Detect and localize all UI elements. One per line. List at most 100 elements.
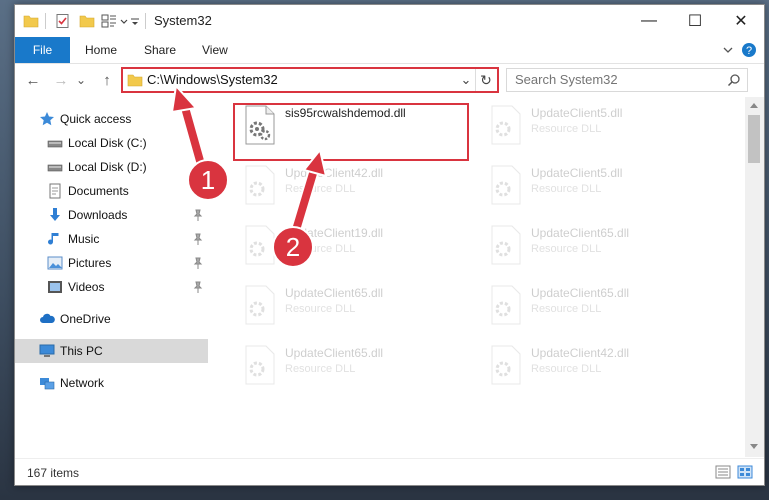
refresh-button[interactable]: ↻ <box>477 69 495 91</box>
highlight-box <box>233 103 469 161</box>
file-item[interactable]: UpdateClient65.dll Resource DLL <box>479 221 719 277</box>
sidebar-item-local-disk-c[interactable]: Local Disk (C:) <box>15 131 208 155</box>
dll-file-icon <box>245 345 275 385</box>
address-bar[interactable]: C:\Windows\System32 ⌄ ↻ <box>121 67 499 93</box>
scrollbar-thumb[interactable] <box>748 115 760 163</box>
sidebar-item-pictures[interactable]: Pictures <box>15 251 208 275</box>
file-type: Resource DLL <box>285 303 356 315</box>
star-icon <box>40 112 54 126</box>
sidebar-item-label: Videos <box>68 280 105 294</box>
up-button[interactable]: ↑ <box>97 70 117 90</box>
file-type: Resource DLL <box>285 183 356 195</box>
computer-icon <box>39 344 55 357</box>
ribbon-tabs: File Home Share View ? <box>15 37 764 64</box>
sidebar-item-onedrive[interactable]: OneDrive <box>15 307 208 331</box>
address-divider <box>475 69 476 91</box>
file-item[interactable]: UpdateClient65.dll Resource DLL <box>233 341 473 397</box>
properties-icon[interactable] <box>55 13 71 29</box>
file-type: Resource DLL <box>531 243 602 255</box>
sidebar-item-downloads[interactable]: Downloads <box>15 203 208 227</box>
sidebar-item-label: OneDrive <box>60 312 111 326</box>
tab-home[interactable]: Home <box>85 43 117 57</box>
navigation-pane: Quick access Local Disk (C:) Local Disk … <box>15 97 208 457</box>
dll-file-icon <box>245 285 275 325</box>
dll-file-icon <box>491 105 521 145</box>
dll-file-icon <box>491 225 521 265</box>
sidebar-item-videos[interactable]: Videos <box>15 275 208 299</box>
close-button[interactable]: ✕ <box>718 5 764 37</box>
drive-icon <box>47 140 63 148</box>
cloud-icon <box>40 313 55 323</box>
sidebar-item-this-pc[interactable]: This PC <box>15 339 208 363</box>
sidebar-item-label: Local Disk (C:) <box>68 136 147 150</box>
pin-icon[interactable] <box>193 281 203 293</box>
scroll-down-icon[interactable] <box>749 443 759 451</box>
folder-icon <box>23 15 39 28</box>
sidebar-item-label: Documents <box>68 184 129 198</box>
title-divider <box>45 13 46 29</box>
sidebar-item-local-disk-d[interactable]: Local Disk (D:) <box>15 155 208 179</box>
documents-icon <box>49 183 61 199</box>
details-view-icon[interactable] <box>715 465 731 479</box>
dll-file-icon <box>491 165 521 205</box>
address-path[interactable]: C:\Windows\System32 <box>147 72 278 87</box>
minimize-button[interactable]: — <box>626 5 672 37</box>
back-button[interactable]: ← <box>23 70 43 90</box>
sidebar-item-documents[interactable]: Documents <box>15 179 208 203</box>
status-bar: 167 items <box>15 458 764 485</box>
recent-locations-button[interactable]: ⌄ <box>75 70 87 90</box>
dll-file-icon <box>245 165 275 205</box>
file-name: UpdateClient65.dll <box>531 286 630 300</box>
pin-icon[interactable] <box>193 257 203 269</box>
pin-icon[interactable] <box>193 233 203 245</box>
download-icon <box>50 208 60 221</box>
pictures-icon <box>47 256 63 270</box>
maximize-button[interactable]: ☐ <box>672 5 718 37</box>
sidebar-item-label: Network <box>60 376 105 390</box>
file-type: Resource DLL <box>531 183 602 195</box>
folder-icon <box>127 74 143 87</box>
file-list: sis95rcwalshdemod.dll UpdateClient42.dll… <box>211 97 745 457</box>
svg-text:?: ? <box>746 45 752 57</box>
expand-ribbon-icon[interactable] <box>721 43 735 57</box>
address-dropdown-button[interactable]: ⌄ <box>459 69 473 91</box>
file-item[interactable]: UpdateClient42.dll Resource DLL <box>233 161 473 217</box>
file-item[interactable]: UpdateClient5.dll Resource DLL <box>479 161 719 217</box>
tab-share[interactable]: Share <box>144 43 176 57</box>
file-type: Resource DLL <box>531 363 602 375</box>
sidebar-item-label: Music <box>68 232 100 246</box>
tab-file[interactable]: File <box>15 37 70 63</box>
large-icons-view-icon[interactable] <box>737 465 753 479</box>
sidebar-item-network[interactable]: Network <box>15 371 208 395</box>
dll-file-icon <box>491 285 521 325</box>
help-icon[interactable]: ? <box>741 42 757 58</box>
vertical-scrollbar[interactable] <box>745 97 764 457</box>
file-explorer-window: System32 — ☐ ✕ File Home Share View ? ← … <box>14 4 765 486</box>
dll-file-icon <box>491 345 521 385</box>
file-type: Resource DLL <box>531 123 602 135</box>
file-item[interactable]: UpdateClient65.dll Resource DLL <box>233 281 473 337</box>
pin-icon[interactable] <box>193 209 203 221</box>
sidebar-item-quick-access[interactable]: Quick access <box>15 107 208 131</box>
search-input[interactable] <box>515 72 715 87</box>
sidebar-item-music[interactable]: Music <box>15 227 208 251</box>
file-type: Resource DLL <box>285 363 356 375</box>
new-folder-icon[interactable] <box>79 13 95 29</box>
quick-access-toolbar-dropdown-icon[interactable] <box>129 13 141 29</box>
search-box[interactable] <box>506 68 748 92</box>
file-item[interactable]: UpdateClient65.dll Resource DLL <box>479 281 719 337</box>
sidebar-item-label: Downloads <box>68 208 128 222</box>
file-item[interactable]: UpdateClient5.dll Resource DLL <box>479 101 719 157</box>
network-icon <box>40 378 55 390</box>
customize-view-icon[interactable] <box>101 13 117 29</box>
search-icon[interactable] <box>727 73 741 87</box>
chevron-down-icon[interactable] <box>119 13 129 29</box>
file-item[interactable]: UpdateClient42.dll Resource DLL <box>479 341 719 397</box>
file-name: UpdateClient65.dll <box>285 286 384 300</box>
drive-icon <box>47 164 63 172</box>
scroll-up-icon[interactable] <box>749 101 759 109</box>
tab-view[interactable]: View <box>202 43 228 57</box>
sidebar-item-label: This PC <box>60 344 103 358</box>
file-item[interactable]: UpdateClient19.dll Resource DLL <box>233 221 473 277</box>
forward-button[interactable]: → <box>51 70 71 90</box>
